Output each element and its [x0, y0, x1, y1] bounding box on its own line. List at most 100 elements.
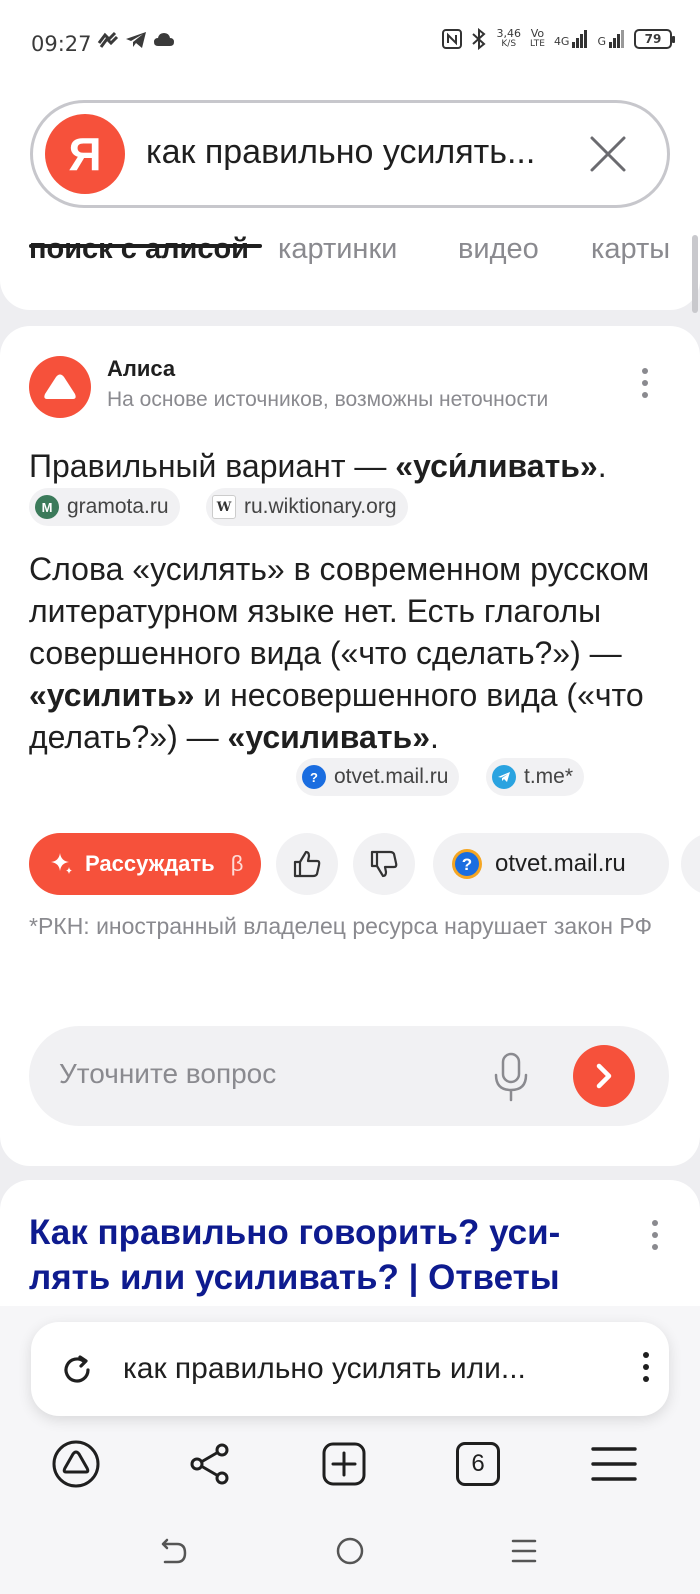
- browser-bottom-panel: как правильно усилять или... 6: [0, 1306, 700, 1594]
- send-button[interactable]: [573, 1045, 635, 1107]
- source-chip-telegram[interactable]: t.me*: [486, 758, 585, 796]
- tabs-count: 6: [471, 1450, 485, 1477]
- rkn-footnote: *РКН: иностранный владелец ресурса наруш…: [29, 913, 652, 939]
- volte-top: Vo: [530, 27, 545, 40]
- answer-bold-usilivat: «усиливать»: [227, 719, 430, 755]
- alice-more-icon[interactable]: [642, 368, 648, 398]
- reason-button[interactable]: Рассуждать β: [29, 833, 261, 895]
- volte-bottom: LTE: [529, 39, 545, 49]
- source-pill-otvet[interactable]: ? otvet.mail.ru: [433, 833, 669, 895]
- chevron-right-icon: [596, 1063, 612, 1089]
- battery-level: 79: [644, 32, 662, 46]
- yandex-logo[interactable]: Я: [45, 114, 125, 194]
- source-chip-wiktionary[interactable]: W ru.wiktionary.org: [206, 488, 408, 526]
- new-tab-button[interactable]: [316, 1436, 372, 1492]
- status-system-icons: 3,46 K/S Vo LTE 4G G 79: [442, 27, 675, 50]
- alice-avatar: [29, 356, 91, 418]
- gramota-icon: M: [35, 495, 59, 519]
- refine-question-input[interactable]: [59, 1058, 479, 1090]
- svg-text:?: ?: [462, 855, 472, 874]
- microphone-icon[interactable]: [491, 1051, 531, 1103]
- source-chip-label: otvet.mail.ru: [334, 765, 449, 788]
- nfc-icon: [442, 29, 463, 49]
- answer-text-3: .: [429, 719, 439, 755]
- answer-word: «уси́ливать»: [395, 448, 598, 484]
- answer-bold-usilit: «усилить»: [29, 677, 195, 713]
- alice-logo-icon: [44, 374, 76, 399]
- answer-headline: Правильный вариант — «уси́ливать».: [29, 448, 607, 485]
- wiktionary-icon: W: [212, 495, 236, 519]
- like-button[interactable]: [276, 833, 338, 895]
- bluetooth-icon: [472, 28, 487, 50]
- status-notification-icons: [97, 31, 175, 49]
- answer-paragraph: Слова «усилять» в современном русском ли…: [29, 548, 679, 758]
- source-chip-label: gramota.ru: [67, 495, 169, 518]
- dislike-button[interactable]: [353, 833, 415, 895]
- thumbs-down-icon: [370, 850, 398, 878]
- tab-video[interactable]: видео: [458, 233, 539, 266]
- source-chip-otvet[interactable]: ? otvet.mail.ru: [296, 758, 460, 796]
- reason-button-label: Рассуждать: [85, 851, 215, 876]
- signal-4g: 4G: [554, 30, 589, 48]
- result-title-link[interactable]: Как правильно говорить? уси-лять или уси…: [29, 1210, 629, 1300]
- sparkle-icon: [51, 853, 72, 874]
- scrollbar[interactable]: [692, 235, 698, 313]
- search-header: Я как правильно усилять... поиск с алисо…: [0, 88, 700, 310]
- menu-button[interactable]: [586, 1436, 642, 1492]
- system-back-button[interactable]: [154, 1531, 194, 1571]
- signal-g: G: [597, 30, 625, 48]
- system-home-button[interactable]: [330, 1531, 370, 1571]
- url-text[interactable]: как правильно усилять или...: [123, 1352, 526, 1386]
- tab-maps[interactable]: карты: [591, 233, 670, 266]
- answer-intro: Правильный вариант —: [29, 448, 396, 484]
- url-more-icon[interactable]: [643, 1352, 649, 1382]
- answer-end: .: [597, 448, 607, 484]
- signal-icon-2: [609, 30, 624, 48]
- plus-square-icon: [322, 1442, 366, 1486]
- tabs-count-icon: 6: [456, 1442, 500, 1486]
- thumbs-up-icon: [293, 850, 321, 878]
- active-tab-indicator: [29, 244, 262, 248]
- volte-indicator: Vo LTE: [530, 28, 545, 50]
- search-box[interactable]: Я как правильно усилять...: [30, 100, 670, 208]
- app-notification-icon: [97, 31, 119, 48]
- alice-nav-button[interactable]: [48, 1436, 104, 1492]
- otvet-mail-icon: ?: [452, 849, 482, 879]
- otvet-mail-icon: ?: [302, 765, 326, 789]
- source-pill-label: otvet.mail.ru: [495, 850, 626, 877]
- signal-icon: [572, 30, 588, 48]
- share-button[interactable]: [182, 1436, 238, 1492]
- alice-answer-card: Алиса На основе источников, возможны нет…: [0, 326, 700, 1166]
- answer-actions: Рассуждать β ? otvet.mail.ru: [29, 833, 700, 895]
- telegram-icon: [492, 765, 516, 789]
- clear-search-icon[interactable]: [589, 135, 627, 173]
- source-chip-gramota[interactable]: M gramota.ru: [29, 488, 180, 526]
- battery-icon: 79: [634, 29, 675, 49]
- network-type-2: G: [597, 35, 606, 48]
- cloud-notification-icon: [154, 33, 174, 46]
- tabs-button[interactable]: 6: [450, 1436, 506, 1492]
- net-speed-value: 3,46: [496, 27, 521, 40]
- source-chip-label: ru.wiktionary.org: [244, 495, 397, 518]
- home-circle-icon: [336, 1537, 364, 1565]
- network-type: 4G: [553, 35, 570, 48]
- system-nav-bar: [0, 1511, 700, 1591]
- source-chip-label: t.me*: [524, 765, 574, 788]
- back-icon: [161, 1538, 187, 1564]
- beta-badge: β: [230, 851, 244, 876]
- reload-icon[interactable]: [59, 1352, 95, 1388]
- url-bar[interactable]: как правильно усилять или...: [31, 1322, 669, 1416]
- result-more-icon[interactable]: [652, 1220, 658, 1250]
- source-pill-next[interactable]: [681, 833, 700, 895]
- tab-images[interactable]: картинки: [278, 233, 397, 266]
- alice-name: Алиса: [107, 356, 176, 381]
- hamburger-menu-icon: [591, 1447, 637, 1481]
- search-query[interactable]: как правильно усилять...: [146, 133, 535, 172]
- alice-icon: [52, 1440, 100, 1488]
- browser-nav-bar: 6: [0, 1426, 700, 1506]
- answer-text-1: Слова «усилять» в современном русском ли…: [29, 551, 650, 671]
- tab-alice-search[interactable]: поиск с алисой: [29, 233, 249, 266]
- share-icon: [190, 1443, 229, 1485]
- system-recents-button[interactable]: [504, 1531, 544, 1571]
- alice-disclaimer: На основе источников, возможны неточност…: [107, 388, 549, 411]
